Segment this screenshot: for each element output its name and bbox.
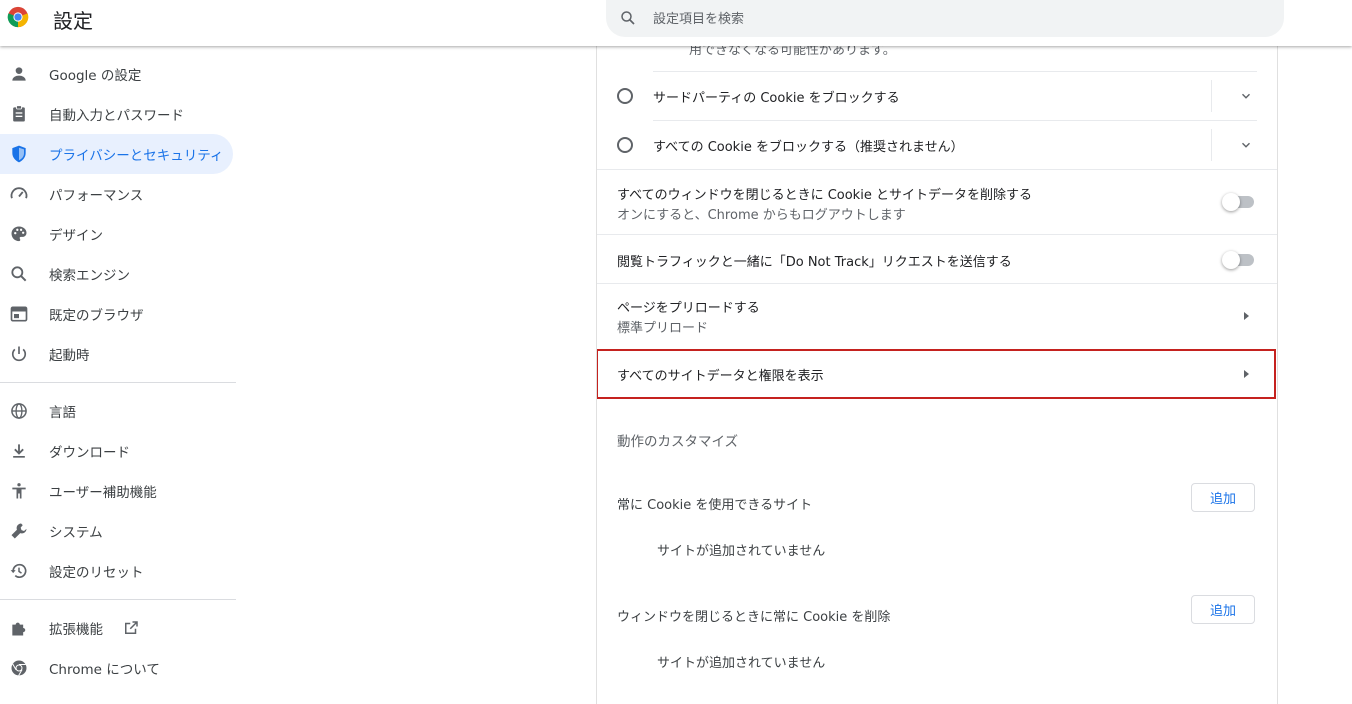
highlight-box (597, 349, 1276, 399)
speedometer-icon (10, 187, 28, 199)
sidebar-item-extensions[interactable]: 拡張機能 (0, 608, 236, 648)
chevron-down-icon[interactable] (1239, 138, 1253, 152)
setting-label: すべてのウィンドウを閉じるときに Cookie とサイトデータを削除する (617, 188, 1032, 203)
do-not-track-toggle[interactable] (1222, 251, 1254, 269)
sidebar-item-default-browser[interactable]: 既定のブラウザ (0, 294, 236, 334)
clear-sites-label: ウィンドウを閉じるときに常に Cookie を削除 (617, 610, 891, 625)
sidebar-item-system[interactable]: システム (0, 511, 236, 551)
sidebar-item-label: 言語 (49, 405, 76, 421)
wrench-icon (11, 523, 27, 539)
sidebar-item-label: パフォーマンス (49, 188, 144, 204)
sidebar-item-languages[interactable]: 言語 (0, 391, 236, 431)
sidebar-item-startup[interactable]: 起動時 (0, 334, 236, 374)
chrome-icon (11, 660, 27, 676)
setting-label: 閲覧トラフィックと一緒に「Do Not Track」リクエストを送信する (617, 255, 1012, 270)
clear-on-exit-toggle[interactable] (1222, 193, 1254, 211)
accessibility-icon (12, 483, 26, 499)
sidebar-item-label: Chrome について (49, 662, 160, 678)
setting-do-not-track[interactable]: 閲覧トラフィックと一緒に「Do Not Track」リクエストを送信する (597, 235, 1277, 283)
radio-block-third-party[interactable] (617, 88, 633, 104)
search-icon (621, 11, 635, 25)
sidebar-item-label: 設定のリセット (49, 565, 144, 581)
vertical-divider (1211, 129, 1212, 161)
sidebar-item-search-engine[interactable]: 検索エンジン (0, 254, 236, 294)
shield-icon (12, 145, 26, 163)
sidebar-item-privacy[interactable]: プライバシーとセキュリティ (0, 134, 233, 174)
history-icon (10, 563, 27, 578)
truncated-description: 用できなくなる可能性があります。 (689, 46, 896, 58)
power-icon (11, 346, 27, 362)
setting-description: 標準プリロード (617, 321, 709, 336)
sidebar-item-label: 拡張機能 (49, 622, 103, 638)
browser-icon (10, 306, 28, 322)
setting-label: ページをプリロードする (617, 301, 760, 316)
chevron-down-icon[interactable] (1239, 89, 1253, 103)
open-in-new-icon[interactable] (122, 619, 140, 637)
add-allow-site-button[interactable]: 追加 (1191, 483, 1255, 512)
sidebar-item-performance[interactable]: パフォーマンス (0, 174, 236, 214)
allow-sites-label: 常に Cookie を使用できるサイト (617, 498, 813, 513)
radio-block-all[interactable] (617, 137, 633, 153)
palette-icon (11, 226, 27, 242)
setting-clear-on-exit[interactable]: すべてのウィンドウを閉じるときに Cookie とサイトデータを削除する オンに… (597, 170, 1277, 234)
sidebar-item-label: Google の設定 (49, 68, 142, 84)
empty-list-text: サイトが追加されていません (657, 656, 826, 671)
person-icon (12, 67, 26, 81)
arrow-right-icon (1244, 312, 1249, 320)
search-icon (11, 266, 27, 282)
setting-preload[interactable]: ページをプリロードする 標準プリロード (597, 284, 1277, 348)
radio-label: すべての Cookie をブロックする（推奨されません） (653, 140, 964, 155)
globe-icon (11, 403, 27, 419)
sidebar-item-google[interactable]: Google の設定 (0, 54, 236, 94)
empty-list-text: サイトが追加されていません (657, 544, 826, 559)
sidebar-item-about[interactable]: Chrome について (0, 648, 236, 688)
add-clear-site-button[interactable]: 追加 (1191, 595, 1255, 624)
sidebar-item-label: ユーザー補助機能 (49, 485, 157, 501)
chrome-logo-icon (7, 6, 29, 28)
top-bar: 設定 (0, 0, 1352, 46)
sidebar-item-label: デザイン (49, 228, 103, 244)
sidebar-divider (0, 382, 236, 383)
sidebar-item-appearance[interactable]: デザイン (0, 214, 236, 254)
sidebar-divider (0, 599, 236, 600)
radio-label: サードパーティの Cookie をブロックする (653, 91, 900, 106)
sidebar: Google の設定 自動入力とパスワード プライバシーとセキュリティ パフォー… (0, 46, 236, 688)
sidebar-item-label: プライバシーとセキュリティ (49, 148, 224, 164)
sidebar-item-label: 起動時 (49, 348, 90, 364)
puzzle-icon (12, 622, 26, 636)
section-title: 動作のカスタマイズ (617, 434, 739, 450)
setting-description: オンにすると、Chrome からもログアウトします (617, 208, 906, 223)
search-input[interactable] (651, 8, 1255, 30)
sidebar-item-downloads[interactable]: ダウンロード (0, 431, 236, 471)
privacy-settings-card: 用できなくなる可能性があります。 サードパーティの Cookie をブロックする… (596, 46, 1278, 704)
sidebar-item-accessibility[interactable]: ユーザー補助機能 (0, 471, 236, 511)
radio-row-block-third-party[interactable]: サードパーティの Cookie をブロックする (597, 72, 1277, 120)
sidebar-item-label: ダウンロード (49, 445, 130, 461)
download-icon (13, 444, 25, 458)
sidebar-item-reset[interactable]: 設定のリセット (0, 551, 236, 591)
sidebar-item-label: 検索エンジン (49, 268, 130, 284)
search-box[interactable] (606, 0, 1284, 37)
sidebar-item-label: 自動入力とパスワード (49, 108, 184, 124)
page-title: 設定 (53, 9, 93, 33)
radio-row-block-all[interactable]: すべての Cookie をブロックする（推奨されません） (597, 121, 1277, 169)
clipboard-icon (13, 105, 25, 122)
vertical-divider (1211, 80, 1212, 112)
sidebar-item-label: システム (49, 525, 103, 541)
sidebar-item-label: 既定のブラウザ (49, 308, 144, 324)
sidebar-item-autofill[interactable]: 自動入力とパスワード (0, 94, 236, 134)
